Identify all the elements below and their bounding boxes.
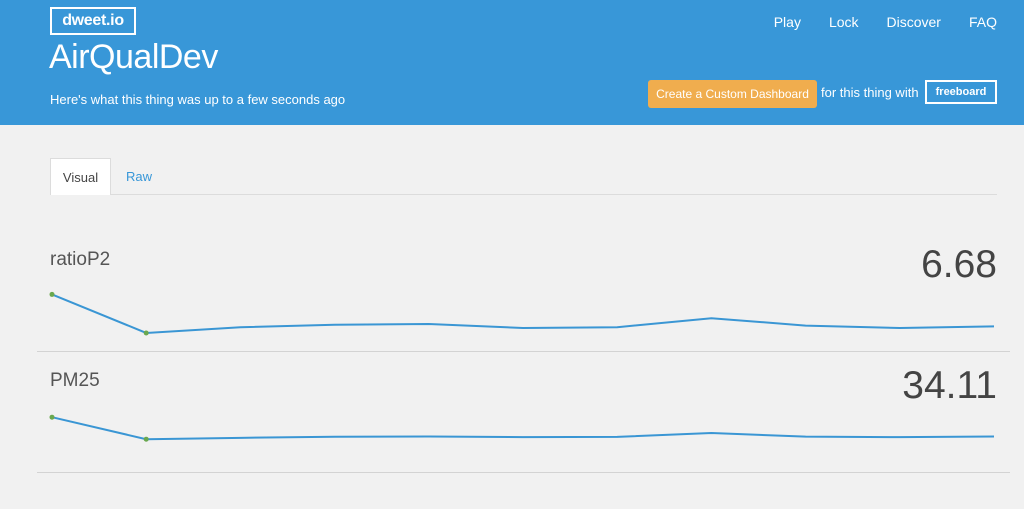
sparkline-point (49, 291, 55, 297)
sparkline-point (143, 330, 149, 336)
top-nav: Play Lock Discover FAQ (774, 14, 997, 30)
sparkline-point (143, 436, 149, 442)
header: dweet.io Play Lock Discover FAQ AirQualD… (0, 0, 1024, 125)
sparkline-ratiop2 (49, 291, 995, 336)
sparkline-path (51, 416, 995, 441)
metric-row-pm25: PM25 34.11 (37, 350, 1010, 473)
sparkline-pm25 (49, 414, 995, 442)
metric-row-ratiop2: ratioP2 6.68 (37, 229, 1010, 352)
nav-play[interactable]: Play (774, 14, 801, 30)
nav-faq[interactable]: FAQ (969, 14, 997, 30)
sparkline-path (51, 293, 995, 334)
tab-visual[interactable]: Visual (50, 158, 111, 195)
dweet-logo[interactable]: dweet.io (50, 7, 136, 35)
create-dashboard-button[interactable]: Create a Custom Dashboard (648, 80, 817, 108)
sparkline-point (49, 414, 55, 420)
thing-subtitle: Here's what this thing was up to a few s… (50, 92, 346, 107)
tab-raw[interactable]: Raw (126, 158, 152, 195)
nav-lock[interactable]: Lock (829, 14, 859, 30)
view-tabs: Visual Raw (50, 158, 997, 195)
for-thing-text: for this thing with (821, 85, 919, 100)
freeboard-button[interactable]: freeboard (925, 80, 997, 104)
nav-discover[interactable]: Discover (887, 14, 941, 30)
thing-title: AirQualDev (49, 38, 218, 76)
